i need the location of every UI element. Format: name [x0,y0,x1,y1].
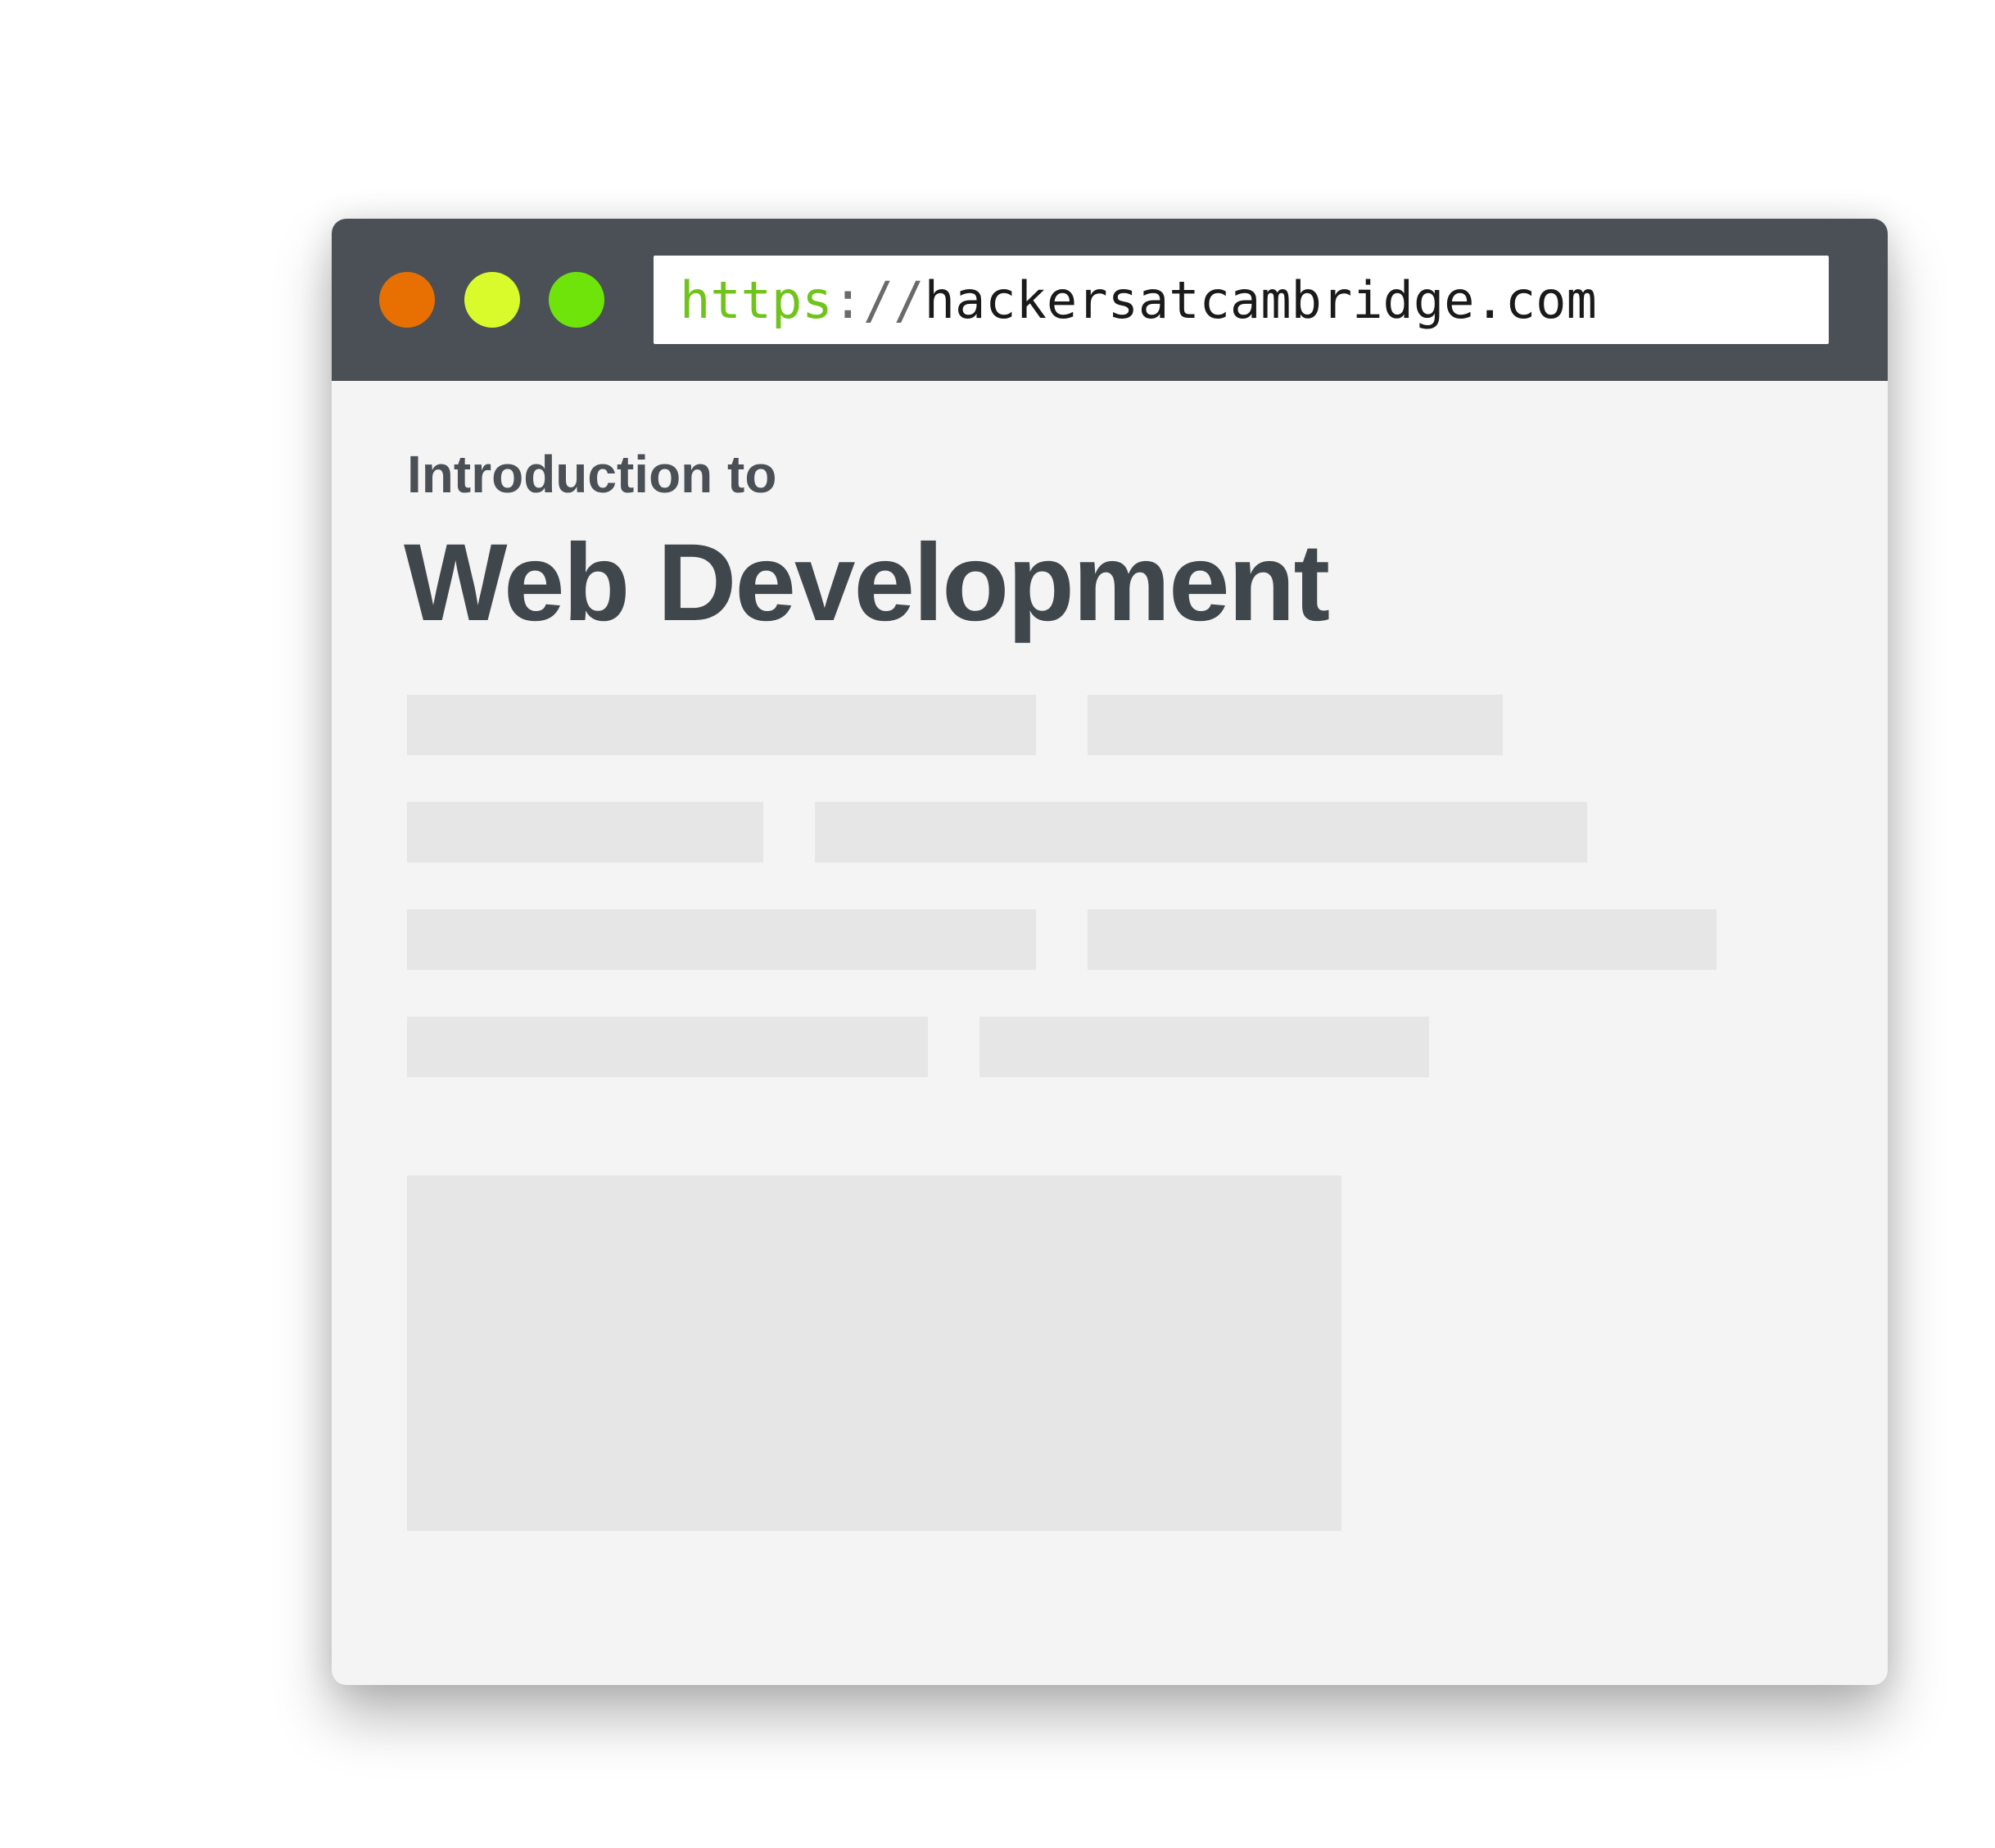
placeholder-text-line [979,1017,1429,1077]
placeholder-image [407,1175,1341,1531]
placeholder-text-line [407,1017,928,1077]
minimize-window-button[interactable] [464,272,520,328]
close-window-button[interactable] [379,272,435,328]
maximize-window-button[interactable] [549,272,604,328]
page-title: Web Development [404,522,1330,644]
page-content: Introduction to Web Development [332,381,1888,1685]
url-scheme: https [680,270,833,330]
address-bar[interactable]: https://hackersatcambridge.com [654,256,1829,344]
url-host: hackersatcambridge.com [924,270,1597,330]
placeholder-text-line [407,909,1036,970]
placeholder-text-line [1088,695,1503,755]
page-subtitle: Introduction to [407,445,777,504]
url-separator: :// [832,270,925,330]
placeholder-text-line [407,802,763,863]
placeholder-text-line [407,695,1036,755]
browser-window: https://hackersatcambridge.com Introduct… [332,219,1888,1685]
placeholder-text-line [1088,909,1717,970]
placeholder-text-line [815,802,1587,863]
browser-toolbar: https://hackersatcambridge.com [332,219,1888,381]
